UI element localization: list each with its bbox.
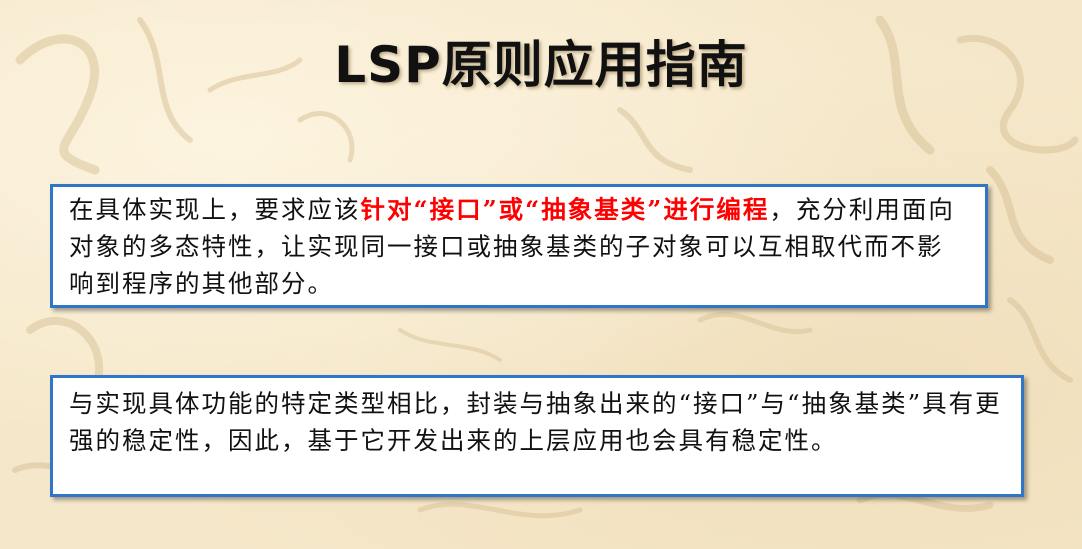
box2-text: 与实现具体功能的特定类型相比，封装与抽象出来的“接口”与“抽象基类”具有更强的稳… [69,389,1002,455]
box1-highlight: 针对“接口”或“抽象基类”进行编程 [360,195,770,224]
text-box-programming-principle: 在具体实现上，要求应该针对“接口”或“抽象基类”进行编程，充分利用面向对象的多态… [50,184,988,308]
slide: LSP原则应用指南 在具体实现上，要求应该针对“接口”或“抽象基类”进行编程，充… [0,0,1082,549]
box1-text-before: 在具体实现上，要求应该 [69,195,361,224]
text-box-stability: 与实现具体功能的特定类型相比，封装与抽象出来的“接口”与“抽象基类”具有更强的稳… [50,375,1024,497]
slide-title: LSP原则应用指南 [334,36,748,94]
